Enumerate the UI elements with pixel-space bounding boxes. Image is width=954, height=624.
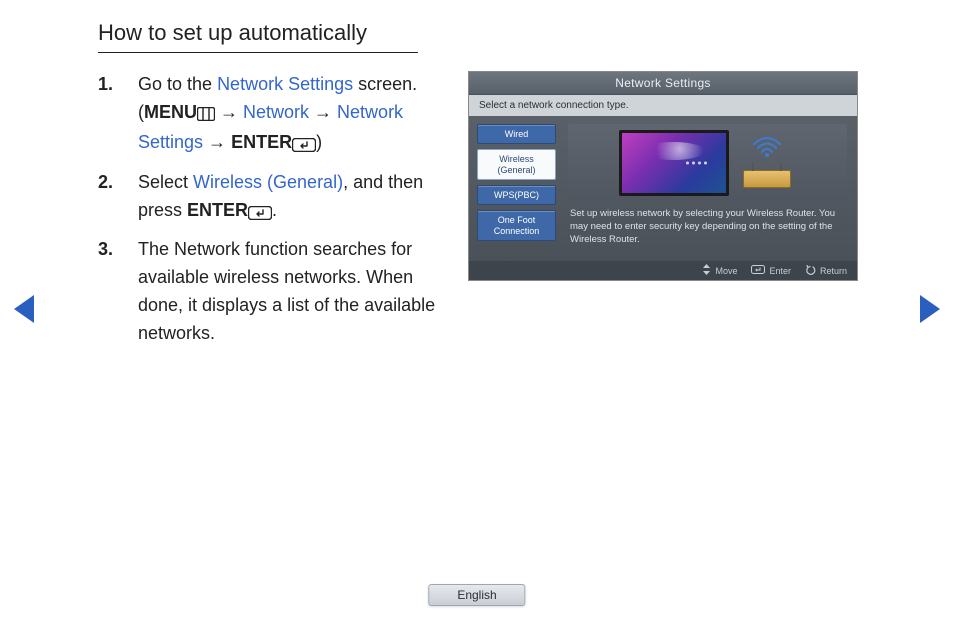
enter-icon bbox=[751, 265, 765, 276]
tv-menu-wired[interactable]: Wired bbox=[477, 124, 556, 144]
tv-menu-onefoot[interactable]: One Foot Connection bbox=[477, 210, 556, 241]
link-network-settings: Network Settings bbox=[217, 74, 353, 94]
arrow: → bbox=[309, 102, 337, 122]
tv-subtitle: Select a network connection type. bbox=[469, 95, 857, 116]
footer-move-label: Move bbox=[715, 266, 737, 276]
updown-icon bbox=[702, 264, 711, 277]
text: . bbox=[272, 200, 277, 220]
arrow: → bbox=[203, 132, 231, 152]
menu-icon bbox=[197, 101, 215, 129]
enter-label: ENTER bbox=[231, 132, 292, 152]
footer-return: Return bbox=[805, 265, 847, 277]
tv-screenshot: Network Settings Select a network connec… bbox=[468, 71, 858, 281]
nav-next-arrow[interactable] bbox=[920, 295, 940, 323]
page-title: How to set up automatically bbox=[98, 20, 418, 53]
tv-menu-wireless[interactable]: Wireless (General) bbox=[477, 149, 556, 180]
language-badge[interactable]: English bbox=[428, 584, 525, 606]
footer-return-label: Return bbox=[820, 266, 847, 276]
tv-menu: Wired Wireless (General) WPS(PBC) One Fo… bbox=[469, 116, 564, 261]
wifi-icon bbox=[751, 136, 783, 158]
step-1: Go to the Network Settings screen. (MENU… bbox=[98, 71, 448, 159]
tv-preview-graphic bbox=[568, 124, 847, 202]
instruction-list: Go to the Network Settings screen. (MENU… bbox=[98, 71, 448, 358]
tv-description: Set up wireless network by selecting you… bbox=[568, 208, 847, 257]
text: ) bbox=[316, 132, 322, 152]
tv-monitor-icon bbox=[619, 130, 729, 196]
tv-title: Network Settings bbox=[469, 72, 857, 95]
link-network: Network bbox=[243, 102, 309, 122]
step-2: Select Wireless (General), and then pres… bbox=[98, 169, 448, 227]
text: Go to the bbox=[138, 74, 217, 94]
tv-footer: Move Enter Return bbox=[469, 261, 857, 280]
connection-dots-icon bbox=[686, 162, 707, 165]
link-wireless-general: Wireless (General) bbox=[193, 172, 343, 192]
tv-menu-wps[interactable]: WPS(PBC) bbox=[477, 185, 556, 205]
step-3: The Network function searches for availa… bbox=[98, 236, 448, 348]
footer-enter: Enter bbox=[751, 265, 791, 276]
footer-enter-label: Enter bbox=[769, 266, 791, 276]
menu-label: MENU bbox=[144, 102, 197, 122]
enter-icon bbox=[292, 131, 316, 159]
text: Select bbox=[138, 172, 193, 192]
enter-icon bbox=[248, 199, 272, 227]
router-icon bbox=[743, 170, 791, 188]
nav-prev-arrow[interactable] bbox=[14, 295, 34, 323]
footer-move: Move bbox=[702, 264, 737, 277]
arrow: → bbox=[215, 102, 243, 122]
return-icon bbox=[805, 265, 816, 277]
text: The Network function searches for availa… bbox=[138, 236, 448, 348]
enter-label: ENTER bbox=[187, 200, 248, 220]
